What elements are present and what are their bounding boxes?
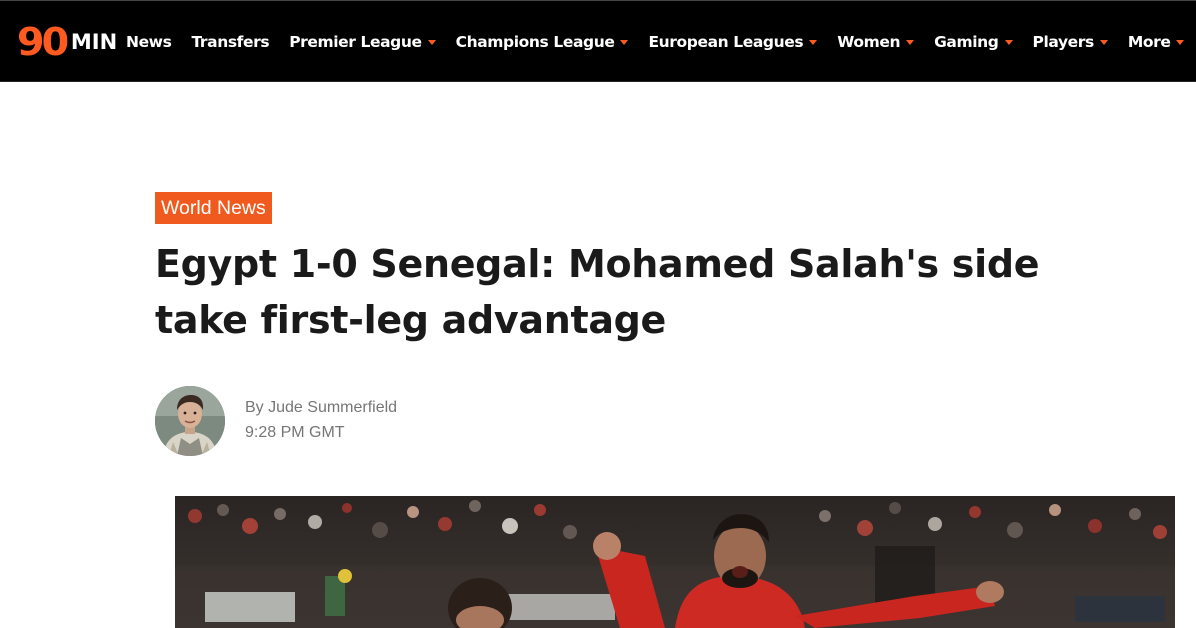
top-navigation-bar: 90 MIN News Transfers Premier League Cha…: [0, 0, 1196, 82]
nav-item-label: Gaming: [934, 33, 999, 51]
byline-prefix: By: [245, 399, 264, 416]
caret-down-icon: [1176, 39, 1185, 45]
nav-item-label: Champions League: [455, 33, 615, 51]
nav-item-players[interactable]: Players: [1033, 33, 1108, 51]
main-menu: News Transfers Premier League Champions …: [126, 1, 1196, 83]
hero-photo: [175, 496, 1175, 628]
caret-down-icon: [809, 39, 818, 45]
caret-down-icon: [1004, 39, 1013, 45]
caret-down-icon: [1099, 39, 1108, 45]
author-avatar[interactable]: [155, 386, 225, 456]
nav-item-premier-league[interactable]: Premier League: [289, 33, 436, 51]
nav-item-transfers[interactable]: Transfers: [191, 33, 269, 51]
nav-item-women[interactable]: Women: [837, 33, 915, 51]
caret-down-icon: [427, 39, 436, 45]
nav-item-european-leagues[interactable]: European Leagues: [648, 33, 818, 51]
site-logo[interactable]: 90 MIN: [16, 20, 118, 64]
nav-item-label: Transfers: [191, 33, 270, 51]
hero-image: [175, 496, 1175, 628]
category-badge[interactable]: World News: [155, 192, 272, 224]
nav-item-label: Premier League: [289, 33, 422, 51]
article-headline: Egypt 1-0 Senegal: Mohamed Salah's side …: [155, 242, 1040, 342]
caret-down-icon: [906, 39, 915, 45]
nav-item-more[interactable]: More: [1128, 33, 1185, 51]
nav-item-label: More: [1127, 33, 1171, 51]
logo-word: MIN: [70, 30, 118, 54]
nav-item-label: News: [126, 33, 172, 51]
nav-item-champions-league[interactable]: Champions League: [456, 33, 629, 51]
logo-numeral: 90: [16, 20, 69, 64]
byline: By Jude Summerfield: [245, 399, 397, 417]
author-portrait-image: [155, 386, 225, 456]
nav-item-label: Women: [837, 33, 901, 51]
nav-item-gaming[interactable]: Gaming: [934, 33, 1013, 51]
nav-item-label: Players: [1032, 33, 1095, 51]
author-name-link[interactable]: Jude Summerfield: [268, 399, 397, 416]
caret-down-icon: [620, 39, 629, 45]
nav-item-news[interactable]: News: [126, 33, 172, 51]
publish-time: 9:28 PM GMT: [245, 424, 345, 441]
nav-item-label: European Leagues: [648, 33, 804, 51]
